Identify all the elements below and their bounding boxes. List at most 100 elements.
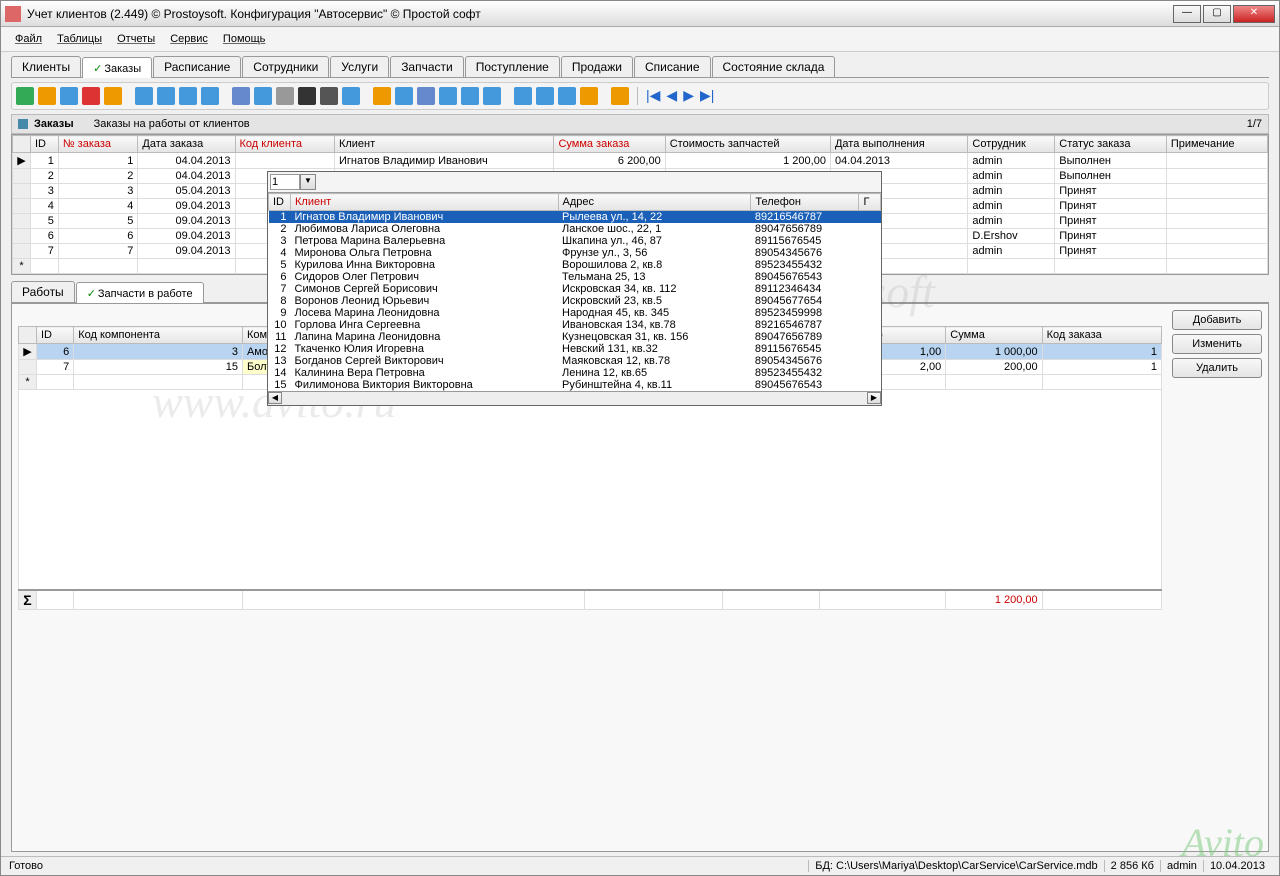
nav-next-icon[interactable]: ▶: [683, 87, 694, 105]
dropdown-col[interactable]: ID: [269, 194, 291, 211]
list-item[interactable]: 8Воронов Леонид ЮрьевичИскровский 23, кв…: [269, 295, 881, 307]
toolbar-icon-23[interactable]: [558, 87, 576, 105]
parts-col[interactable]: ID: [37, 327, 74, 344]
dropdown-search-input[interactable]: [270, 174, 300, 190]
orders-col[interactable]: № заказа: [58, 136, 138, 153]
edit-button[interactable]: Изменить: [1172, 334, 1262, 354]
toolbar-icon-12[interactable]: [298, 87, 316, 105]
dropdown-scrollbar[interactable]: ◀ ▶: [268, 391, 881, 405]
subtab-parts[interactable]: ✓Запчасти в работе: [76, 282, 204, 303]
toolbar-icon-17[interactable]: [417, 87, 435, 105]
orders-col[interactable]: Статус заказа: [1055, 136, 1167, 153]
minimize-button[interactable]: —: [1173, 5, 1201, 23]
list-item[interactable]: 9Лосева Марина ЛеонидовнаНародная 45, кв…: [269, 307, 881, 319]
list-item[interactable]: 2Любимова Лариса ОлеговнаЛанское шос., 2…: [269, 223, 881, 235]
dropdown-col[interactable]: Адрес: [558, 194, 751, 211]
orders-col[interactable]: Код клиента: [235, 136, 334, 153]
status-date: 10.04.2013: [1203, 860, 1271, 872]
orders-col[interactable]: ID: [31, 136, 59, 153]
tab-services[interactable]: Услуги: [330, 56, 389, 77]
statusbar: Готово БД: C:\Users\Mariya\Desktop\CarSe…: [1, 856, 1279, 875]
scroll-right-icon[interactable]: ▶: [867, 392, 881, 404]
dropdown-toggle-icon[interactable]: ▼: [300, 174, 316, 190]
tab-stock[interactable]: Состояние склада: [712, 56, 836, 77]
dropdown-col[interactable]: Клиент: [291, 194, 559, 211]
toolbar-icon-9[interactable]: [232, 87, 250, 105]
orders-col[interactable]: Сотрудник: [968, 136, 1055, 153]
list-item[interactable]: 3Петрова Марина ВалерьевнаШкапина ул., 4…: [269, 235, 881, 247]
list-item[interactable]: 10Горлова Инга СергеевнаИвановская 134, …: [269, 319, 881, 331]
toolbar-icon-24[interactable]: [580, 87, 598, 105]
tab-clients[interactable]: Клиенты: [11, 56, 81, 77]
toolbar-icon-16[interactable]: [395, 87, 413, 105]
toolbar-icon-18[interactable]: [439, 87, 457, 105]
toolbar-icon-25[interactable]: [611, 87, 629, 105]
toolbar-icon-10[interactable]: [254, 87, 272, 105]
orders-col[interactable]: Дата заказа: [138, 136, 235, 153]
nav-last-icon[interactable]: ▶|: [700, 87, 714, 105]
toolbar-icon-1[interactable]: [38, 87, 56, 105]
toolbar-icon-14[interactable]: [342, 87, 360, 105]
window-title: Учет клиентов (2.449) © Prostoysoft. Кон…: [27, 7, 1173, 21]
subtab-works[interactable]: Работы: [11, 281, 75, 302]
tab-schedule[interactable]: Расписание: [153, 56, 241, 77]
toolbar-icon-8[interactable]: [201, 87, 219, 105]
toolbar-icon-4[interactable]: [104, 87, 122, 105]
dropdown-col[interactable]: Г: [859, 194, 881, 211]
list-item[interactable]: 14Калинина Вера ПетровнаЛенина 12, кв.65…: [269, 367, 881, 379]
maximize-button[interactable]: ▢: [1203, 5, 1231, 23]
list-item[interactable]: 4Миронова Ольга ПетровнаФрунзе ул., 3, 5…: [269, 247, 881, 259]
menu-file[interactable]: Файл: [9, 31, 48, 47]
tab-writeoff[interactable]: Списание: [634, 56, 711, 77]
toolbar-icon-20[interactable]: [483, 87, 501, 105]
status-user: admin: [1160, 860, 1203, 872]
tab-parts[interactable]: Запчасти: [390, 56, 464, 77]
list-item[interactable]: 13Богданов Сергей ВикторовичМаяковская 1…: [269, 355, 881, 367]
toolbar-icon-0[interactable]: [16, 87, 34, 105]
orders-col[interactable]: Стоимость запчастей: [665, 136, 830, 153]
toolbar-icon-11[interactable]: [276, 87, 294, 105]
menu-tables[interactable]: Таблицы: [51, 31, 108, 47]
toolbar-icon-21[interactable]: [514, 87, 532, 105]
toolbar-icon-6[interactable]: [157, 87, 175, 105]
list-item[interactable]: 11Лапина Марина ЛеонидовнаКузнецовская 3…: [269, 331, 881, 343]
tab-orders[interactable]: ✓Заказы: [82, 57, 152, 78]
parts-col[interactable]: Код заказа: [1042, 327, 1161, 344]
app-icon: [5, 6, 21, 22]
client-dropdown-popup[interactable]: ▼ IDКлиентАдресТелефонГ 1Игнатов Владими…: [267, 171, 882, 406]
orders-col[interactable]: Клиент: [334, 136, 553, 153]
toolbar-icon-15[interactable]: [373, 87, 391, 105]
orders-col[interactable]: Дата выполнения: [830, 136, 967, 153]
parts-col[interactable]: Сумма: [946, 327, 1042, 344]
list-item[interactable]: 1Игнатов Владимир ИвановичРылеева ул., 1…: [269, 211, 881, 224]
list-item[interactable]: 5Курилова Инна ВикторовнаВорошилова 2, к…: [269, 259, 881, 271]
menu-reports[interactable]: Отчеты: [111, 31, 161, 47]
menu-help[interactable]: Помощь: [217, 31, 272, 47]
toolbar-icon-5[interactable]: [135, 87, 153, 105]
toolbar-icon-3[interactable]: [82, 87, 100, 105]
close-button[interactable]: ✕: [1233, 5, 1275, 23]
delete-button[interactable]: Удалить: [1172, 358, 1262, 378]
scroll-left-icon[interactable]: ◀: [268, 392, 282, 404]
tab-income[interactable]: Поступление: [465, 56, 560, 77]
list-item[interactable]: 15Филимонова Виктория ВикторовнаРубинште…: [269, 379, 881, 391]
add-button[interactable]: Добавить: [1172, 310, 1262, 330]
orders-col[interactable]: Сумма заказа: [554, 136, 665, 153]
menu-service[interactable]: Сервис: [164, 31, 214, 47]
nav-first-icon[interactable]: |◀: [646, 87, 660, 105]
list-item[interactable]: 7Симонов Сергей БорисовичИскровская 34, …: [269, 283, 881, 295]
dropdown-col[interactable]: Телефон: [751, 194, 859, 211]
tab-employees[interactable]: Сотрудники: [242, 56, 329, 77]
nav-prev-icon[interactable]: ◀: [666, 87, 677, 105]
table-row[interactable]: ▶1104.04.2013Игнатов Владимир Иванович6 …: [13, 153, 1268, 169]
toolbar-icon-2[interactable]: [60, 87, 78, 105]
orders-col[interactable]: Примечание: [1166, 136, 1267, 153]
parts-col[interactable]: Код компонента: [74, 327, 243, 344]
list-item[interactable]: 6Сидоров Олег ПетровичТельмана 25, 13890…: [269, 271, 881, 283]
tab-sales[interactable]: Продажи: [561, 56, 633, 77]
toolbar-icon-7[interactable]: [179, 87, 197, 105]
toolbar-icon-19[interactable]: [461, 87, 479, 105]
list-item[interactable]: 12Ткаченко Юлия ИгоревнаНевский 131, кв.…: [269, 343, 881, 355]
toolbar-icon-13[interactable]: [320, 87, 338, 105]
toolbar-icon-22[interactable]: [536, 87, 554, 105]
